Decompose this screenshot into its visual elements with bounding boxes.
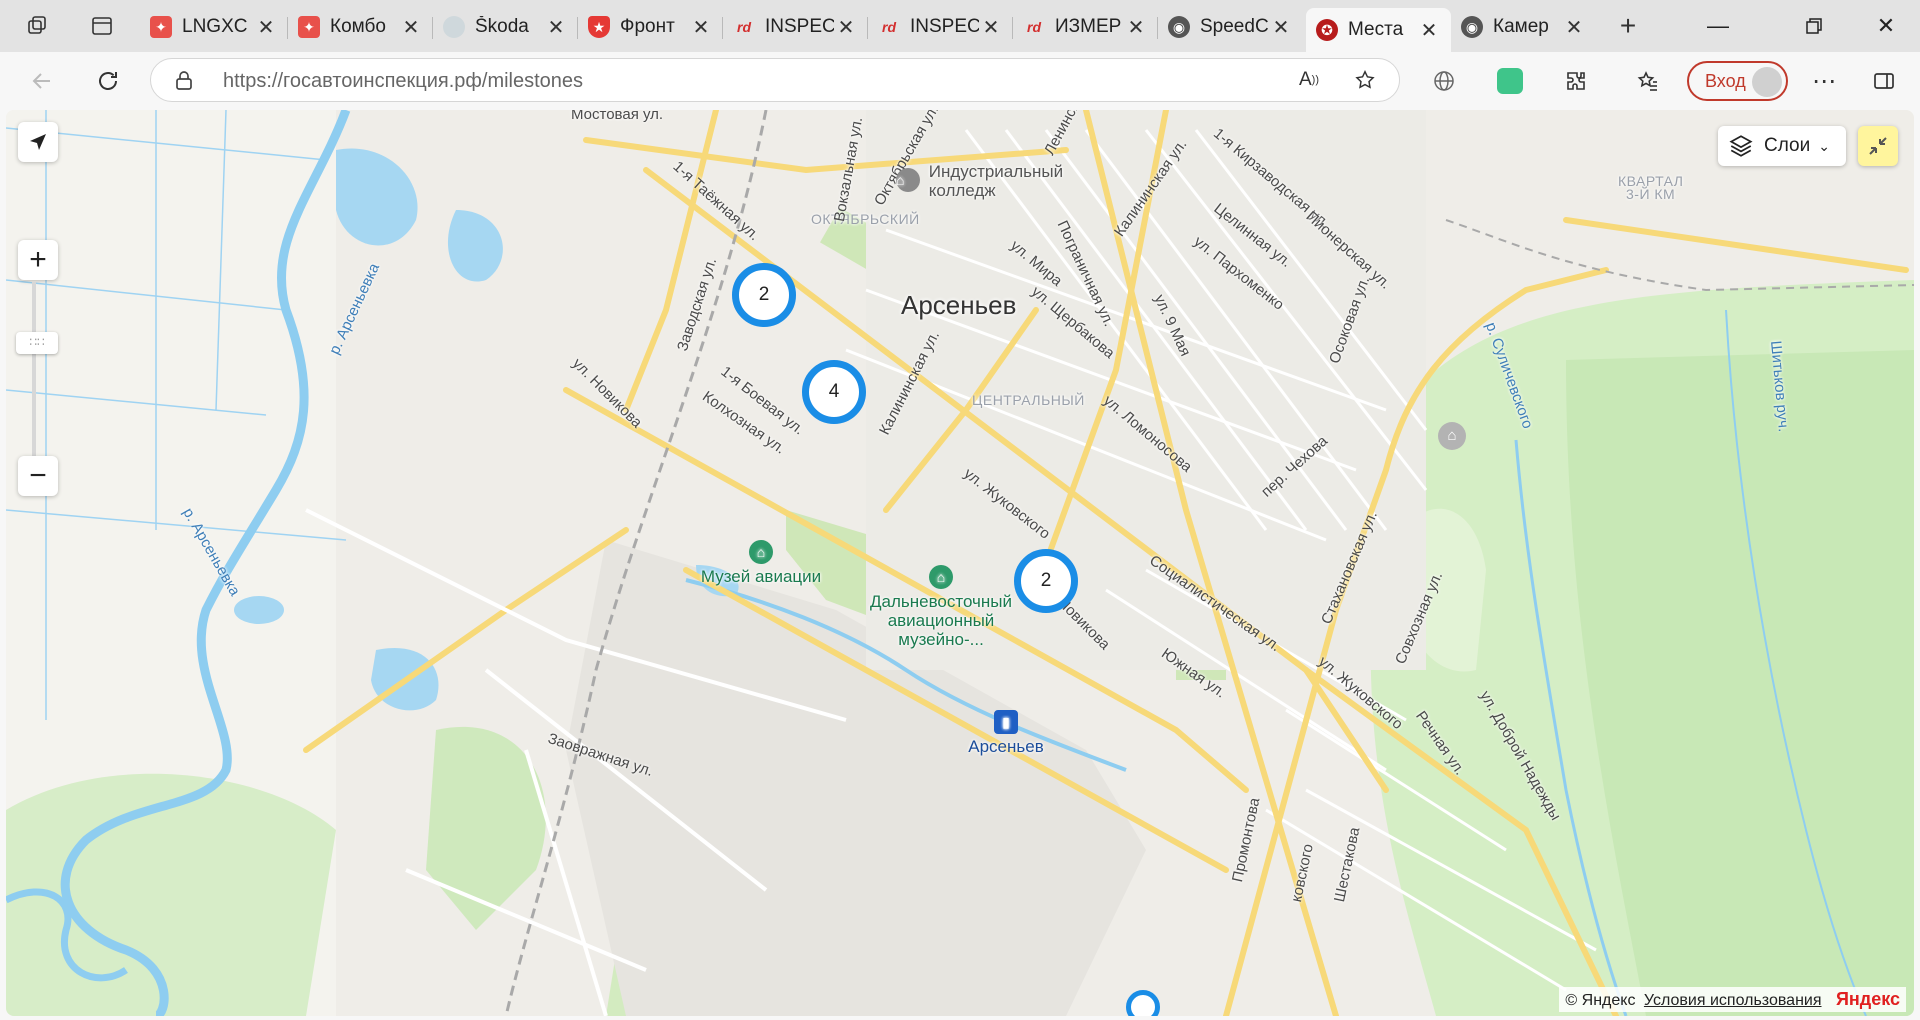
new-tab-icon[interactable]: + <box>1610 8 1646 44</box>
street-label: Мостовая ул. <box>571 110 664 123</box>
city-label: Арсеньев <box>901 290 1017 320</box>
extension-green-icon[interactable] <box>1492 63 1528 99</box>
browser-tab[interactable]: Škoda ✕ <box>433 8 578 46</box>
map-viewport[interactable]: ОКТЯБРЬСКИЙ ЦЕНТРАЛЬНЫЙ КВАРТАЛ 3-Й КМ А… <box>6 110 1914 1016</box>
zoom-out-button[interactable]: − <box>18 456 58 496</box>
red-shield-icon: ★ <box>588 16 610 38</box>
chevron-down-icon: ⌄ <box>1818 137 1830 154</box>
close-tab-icon[interactable]: ✕ <box>979 15 1003 40</box>
vpn-globe-icon[interactable] <box>1426 63 1462 99</box>
railway-station-icon: ▮ <box>994 710 1018 734</box>
read-aloud-icon[interactable]: A)) <box>1291 62 1327 98</box>
close-window-icon[interactable]: ✕ <box>1858 0 1914 52</box>
police-emblem-icon: ✪ <box>1316 19 1338 41</box>
browser-tab[interactable]: ★ Фронт ✕ <box>578 8 723 46</box>
login-button[interactable]: Вход <box>1687 61 1788 101</box>
browser-tab[interactable]: ◉ SpeedC ✕ <box>1158 8 1303 46</box>
back-icon[interactable] <box>24 63 60 99</box>
camera-cluster-marker[interactable]: 2 <box>732 263 796 327</box>
camera-icon: ◉ <box>1168 16 1190 38</box>
zoom-slider-handle[interactable]: ∷∷ <box>16 332 58 354</box>
college-icon: ⌂ <box>896 167 920 192</box>
collapse-icon <box>1869 137 1887 155</box>
close-tab-icon[interactable]: ✕ <box>1124 15 1148 40</box>
favorite-star-icon[interactable] <box>1347 62 1383 98</box>
browser-tab[interactable]: ✦ Комбо ✕ <box>288 8 433 46</box>
geolocation-button[interactable] <box>18 122 58 162</box>
restore-icon[interactable] <box>1786 0 1842 52</box>
museum-icon: ⌂ <box>929 565 953 589</box>
terms-link[interactable]: Условия использования <box>1644 992 1822 1009</box>
zoom-slider-track[interactable] <box>32 282 36 482</box>
layers-button[interactable]: Слои ⌄ <box>1718 126 1846 166</box>
exit-fullscreen-button[interactable] <box>1858 126 1898 166</box>
sidebar-toggle-icon[interactable] <box>1866 63 1902 99</box>
zoom-in-button[interactable]: + <box>18 240 58 280</box>
map-copyright: © Яндекс Условия использования Яндекс <box>1559 987 1906 1012</box>
navigation-arrow-icon <box>30 134 46 150</box>
district-label: 3-Й КМ <box>1626 186 1676 202</box>
camera-cluster-marker[interactable]: 4 <box>802 360 866 424</box>
close-tab-icon[interactable]: ✕ <box>834 15 858 40</box>
browser-tab[interactable]: ◉ Камер ✕ <box>1451 8 1596 46</box>
minimize-icon[interactable]: — <box>1690 0 1746 52</box>
browser-tab[interactable]: rd ИЗМЕР ✕ <box>1013 8 1158 46</box>
layers-icon <box>1729 135 1753 157</box>
poi-aviation-museum[interactable]: ⌂ Музей авиации <box>691 540 831 586</box>
browser-tab[interactable]: rd INSPEC ✕ <box>723 8 868 46</box>
url-text[interactable]: https://госавтоинспекция.рф/milestones <box>223 70 583 93</box>
yandex-logo[interactable]: Яндекс <box>1836 989 1900 1009</box>
browser-tab[interactable]: ✦ LNGXC ✕ <box>140 8 288 46</box>
skoda-icon <box>443 16 465 38</box>
extensions-puzzle-icon[interactable] <box>1558 63 1594 99</box>
lock-icon[interactable] <box>173 69 195 91</box>
more-menu-icon[interactable]: ⋯ <box>1806 63 1842 99</box>
close-tab-icon[interactable]: ✕ <box>1417 18 1441 43</box>
close-tab-icon[interactable]: ✕ <box>689 15 713 40</box>
inspec-icon: rd <box>737 19 751 35</box>
close-tab-icon[interactable]: ✕ <box>1269 15 1293 40</box>
camera-icon: ◉ <box>1461 16 1483 38</box>
close-tab-icon[interactable]: ✕ <box>254 15 278 40</box>
poi-college[interactable]: ⌂ Индустриальный колледж <box>896 162 1079 200</box>
district-label: ЦЕНТРАЛЬНЫЙ <box>972 392 1085 408</box>
avatar-icon <box>1752 67 1782 97</box>
refresh-icon[interactable] <box>90 63 126 99</box>
close-tab-icon[interactable]: ✕ <box>544 15 568 40</box>
red-star-icon: ✦ <box>298 16 320 38</box>
workspaces-icon[interactable] <box>20 8 56 44</box>
browser-tab-strip: ✦ LNGXC ✕ ✦ Комбо ✕ Škoda ✕ ★ Фронт ✕ rd… <box>0 0 1920 52</box>
browser-tab[interactable]: rd INSPEC ✕ <box>868 8 1013 46</box>
inspec-icon: rd <box>882 19 896 35</box>
poi-far-east-aviation-museum[interactable]: ⌂ Дальневосточный авиационный музейно-..… <box>856 565 1026 649</box>
map-base-layer <box>6 110 1914 1016</box>
address-bar[interactable]: https://госавтоинспекция.рф/milestones A… <box>150 58 1400 102</box>
inspec-icon: rd <box>1027 19 1041 35</box>
tab-actions-icon[interactable] <box>84 8 120 44</box>
camera-cluster-marker[interactable] <box>1126 990 1160 1016</box>
browser-toolbar: https://госавтоинспекция.рф/milestones A… <box>0 52 1920 110</box>
poi-railway-station[interactable]: ▮ Арсеньев <box>956 710 1056 756</box>
close-tab-icon[interactable]: ✕ <box>1562 15 1586 40</box>
favorites-icon[interactable] <box>1630 63 1666 99</box>
close-tab-icon[interactable]: ✕ <box>399 15 423 40</box>
district-label: ОКТЯБРЬСКИЙ <box>811 211 920 227</box>
browser-tab-active[interactable]: ✪ Места ✕ <box>1306 8 1451 52</box>
camera-cluster-marker[interactable]: 2 <box>1014 549 1078 613</box>
museum-icon: ⌂ <box>749 540 773 564</box>
red-star-icon: ✦ <box>150 16 172 38</box>
religious-site-icon[interactable]: ⌂ <box>1438 422 1466 450</box>
